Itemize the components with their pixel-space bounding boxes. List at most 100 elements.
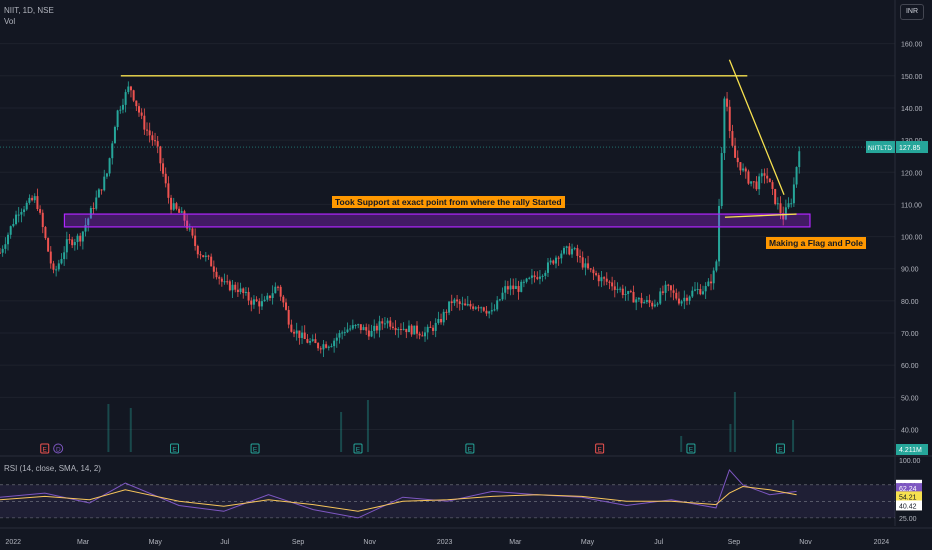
candle-body [480, 307, 483, 309]
candle-body [477, 307, 480, 309]
candle-body [498, 299, 501, 301]
candle-body [619, 288, 622, 290]
candle-body [432, 327, 435, 331]
x-tick-label: Mar [509, 539, 522, 546]
event-marker-label: E [172, 447, 177, 454]
candle-body [63, 252, 66, 260]
candle-body [341, 332, 344, 334]
candle-body [608, 281, 611, 283]
candle-body [488, 311, 491, 314]
candle-body [167, 183, 170, 198]
candle-body [73, 242, 76, 246]
candle-body [795, 167, 798, 185]
candle-body [378, 321, 381, 331]
candle-body [394, 327, 397, 331]
candle-body [493, 309, 496, 311]
candle-body [212, 266, 215, 272]
candle-body [774, 188, 777, 204]
currency-button[interactable]: INR [900, 4, 924, 20]
candle-body [624, 294, 627, 296]
candle-body [627, 291, 630, 295]
y-tick-label: 40.00 [901, 427, 919, 434]
candle-body [597, 275, 600, 282]
candle-body [605, 278, 608, 282]
candle-body [60, 259, 63, 264]
candle-body [121, 104, 124, 110]
candle-body [704, 286, 707, 292]
candle-body [97, 189, 100, 198]
candle-body [266, 295, 269, 300]
candle-body [199, 254, 202, 256]
candle-body [448, 301, 451, 313]
candle-body [659, 291, 662, 304]
candle-body [723, 98, 726, 154]
candle-body [568, 246, 571, 255]
x-tick-label: Jul [220, 539, 229, 546]
candle-body [49, 251, 52, 264]
candle-body [31, 197, 34, 201]
candle-body [792, 184, 795, 204]
candle-body [244, 291, 247, 294]
candle-body [501, 292, 504, 300]
candle-body [271, 293, 274, 299]
y-tick-label: 50.00 [901, 395, 919, 402]
candle-body [333, 340, 336, 347]
x-tick-label: Nov [363, 539, 376, 546]
volume-bar [366, 400, 369, 452]
candle-body [143, 115, 146, 130]
candle-body [399, 329, 402, 331]
candle-body [637, 297, 640, 300]
y-tick-label: 140.00 [901, 106, 923, 113]
candle-body [113, 127, 116, 144]
candle-body [218, 277, 221, 279]
symbol-label: NIITLTD [868, 145, 892, 152]
candle-body [247, 291, 250, 301]
candle-body [314, 339, 317, 344]
candle-body [279, 286, 282, 297]
candle-body [554, 257, 557, 264]
candle-body [739, 162, 742, 171]
candle-body [180, 211, 183, 213]
price-chart[interactable]: 160.00150.00140.00130.00120.00110.00100.… [0, 0, 932, 550]
candle-body [528, 277, 531, 279]
candle-body [228, 281, 231, 291]
candle-body [346, 329, 349, 333]
candle-body [643, 302, 646, 304]
candle-body [119, 109, 122, 111]
candle-body [301, 332, 304, 338]
candle-body [260, 301, 263, 307]
candle-body [223, 281, 226, 283]
candle-body [146, 129, 149, 131]
candle-body [699, 289, 702, 295]
candle-body [672, 290, 675, 293]
candle-body [362, 327, 365, 331]
candle-body [215, 271, 218, 278]
candle-body [496, 300, 499, 310]
candle-body [576, 248, 579, 256]
candle-body [415, 325, 418, 334]
candle-body [25, 202, 28, 210]
candle-body [357, 324, 360, 326]
candle-body [790, 203, 793, 205]
y-tick-label: 150.00 [901, 74, 923, 81]
candle-body [632, 291, 635, 303]
candle-body [135, 100, 138, 107]
candle-body [258, 301, 261, 307]
candle-body [744, 168, 747, 172]
candle-body [81, 231, 84, 242]
candle-body [517, 286, 520, 292]
event-marker-label: E [253, 447, 258, 454]
candle-body [485, 310, 488, 314]
candle-body [268, 295, 271, 299]
candle-body [327, 346, 330, 348]
candle-body [0, 252, 1, 254]
candle-body [490, 310, 493, 312]
candle-body [731, 131, 734, 146]
volume-label: Vol [4, 17, 16, 26]
candle-body [52, 263, 55, 270]
candle-body [33, 196, 36, 201]
candle-body [506, 286, 509, 290]
candle-body [685, 297, 688, 301]
candle-body [389, 320, 392, 327]
candle-body [124, 92, 127, 105]
